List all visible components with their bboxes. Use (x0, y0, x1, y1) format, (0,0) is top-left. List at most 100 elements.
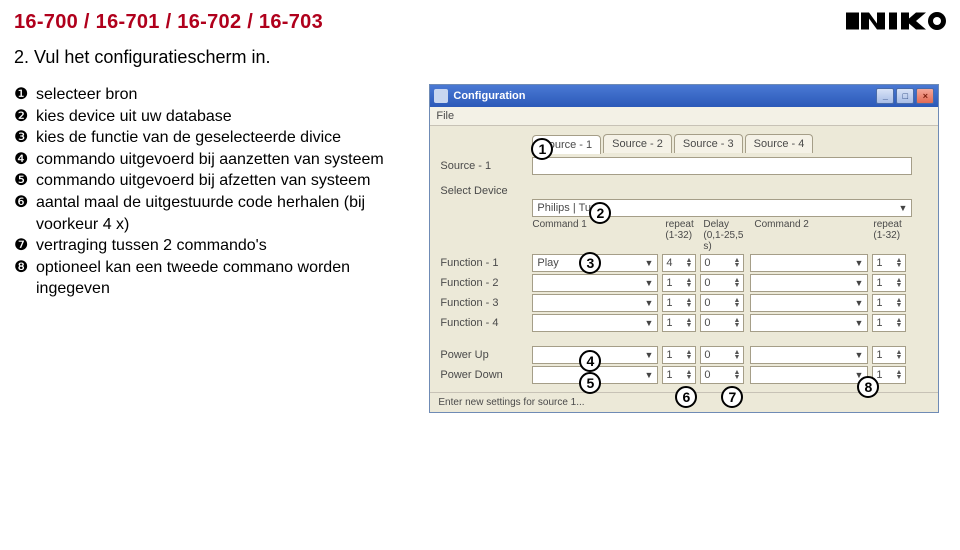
bullet-text: aantal maal de uitgestuurde code herhale… (36, 192, 411, 235)
bullet-text: commando uitgevoerd bij afzetten van sys… (36, 170, 370, 192)
menu-bar: File (430, 107, 938, 126)
titlebar[interactable]: Configuration _ □ × (430, 85, 938, 107)
chevron-down-icon: ▼ (854, 318, 863, 328)
col-repeat: repeat (665, 219, 693, 230)
bullet-num: ❽ (14, 257, 30, 300)
function-4-delay[interactable]: 0▲▼ (700, 314, 744, 332)
function-3-repeat-2[interactable]: 1▲▼ (872, 294, 906, 312)
chevron-down-icon: ▼ (854, 278, 863, 288)
close-button[interactable]: × (916, 88, 934, 104)
col-repeat-range: (1-32) (665, 230, 692, 241)
config-window: Configuration _ □ × File Source - 1 Sour… (429, 84, 939, 413)
chevron-down-icon: ▼ (644, 298, 653, 308)
col-delay-range: (0,1-25,5 s) (703, 230, 743, 252)
function-2-delay[interactable]: 0▲▼ (700, 274, 744, 292)
power-down-command-2[interactable]: ▼ (750, 366, 868, 384)
col-repeat2: repeat (873, 219, 901, 230)
header-bar: 16-700 / 16-701 / 16-702 / 16-703 (0, 0, 960, 43)
function-4-label: Function - 4 (440, 317, 532, 329)
function-4-repeat-2[interactable]: 1▲▼ (872, 314, 906, 332)
col-repeat2-range: (1-32) (873, 230, 900, 241)
bullet-text: kies device uit uw database (36, 106, 232, 128)
bullet-num: ❻ (14, 192, 30, 235)
bullet-num: ❹ (14, 149, 30, 171)
minimize-button[interactable]: _ (876, 88, 894, 104)
source-tab-content (532, 157, 912, 175)
function-row-1: Function - 1 Play▼ 4▲▼ 0▲▼ ▼ 1▲▼ (440, 254, 928, 272)
tab-source-2[interactable]: Source - 2 (603, 134, 672, 153)
menu-file[interactable]: File (436, 110, 454, 122)
page-subtitle: 2. Vul het configuratiescherm in. (0, 43, 960, 78)
chevron-down-icon: ▼ (898, 203, 907, 213)
function-row-4: Function - 4 ▼ 1▲▼ 0▲▼ ▼ 1▲▼ (440, 314, 928, 332)
bullet-num: ❷ (14, 106, 30, 128)
select-device-label: Select Device (440, 185, 532, 197)
function-2-repeat-1[interactable]: 1▲▼ (662, 274, 696, 292)
bullet-text: vertraging tussen 2 commando's (36, 235, 267, 257)
function-3-command-2[interactable]: ▼ (750, 294, 868, 312)
power-up-command-2[interactable]: ▼ (750, 346, 868, 364)
function-row-2: Function - 2 ▼ 1▲▼ 0▲▼ ▼ 1▲▼ (440, 274, 928, 292)
col-command-1: Command 1 (532, 219, 662, 252)
logo (846, 6, 946, 39)
power-down-repeat-1[interactable]: 1▲▼ (662, 366, 696, 384)
source-label: Source - 1 (440, 160, 532, 172)
chevron-down-icon: ▼ (644, 318, 653, 328)
function-1-repeat-2[interactable]: 1▲▼ (872, 254, 906, 272)
function-4-repeat-1[interactable]: 1▲▼ (662, 314, 696, 332)
power-up-label: Power Up (440, 349, 532, 361)
col-command-2: Command 2 (748, 219, 870, 252)
function-row-3: Function - 3 ▼ 1▲▼ 0▲▼ ▼ 1▲▼ (440, 294, 928, 312)
function-1-delay[interactable]: 0▲▼ (700, 254, 744, 272)
chevron-down-icon: ▼ (644, 370, 653, 380)
function-2-repeat-2[interactable]: 1▲▼ (872, 274, 906, 292)
power-down-delay[interactable]: 0▲▼ (700, 366, 744, 384)
bullet-num: ❶ (14, 84, 30, 106)
power-up-repeat-2[interactable]: 1▲▼ (872, 346, 906, 364)
power-down-label: Power Down (440, 369, 532, 381)
function-2-command-2[interactable]: ▼ (750, 274, 868, 292)
tab-source-4[interactable]: Source - 4 (745, 134, 814, 153)
bullet-num: ❼ (14, 235, 30, 257)
window-icon (434, 89, 448, 103)
chevron-down-icon: ▼ (854, 258, 863, 268)
function-3-label: Function - 3 (440, 297, 532, 309)
instructions-list: ❶ selecteer bron ❷ kies device uit uw data… (14, 84, 411, 413)
function-2-command-1[interactable]: ▼ (532, 274, 658, 292)
niko-logo-icon (846, 6, 946, 36)
power-up-repeat-1[interactable]: 1▲▼ (662, 346, 696, 364)
maximize-button[interactable]: □ (896, 88, 914, 104)
bullet-text: commando uitgevoerd bij aanzetten van sy… (36, 149, 384, 171)
chevron-down-icon: ▼ (854, 298, 863, 308)
function-4-command-1[interactable]: ▼ (532, 314, 658, 332)
page-code: 16-700 / 16-701 / 16-702 / 16-703 (14, 11, 323, 34)
chevron-down-icon: ▼ (644, 258, 653, 268)
power-up-row: Power Up ▼ 1▲▼ 0▲▼ ▼ 1▲▼ (440, 346, 928, 364)
col-delay: Delay (703, 219, 729, 230)
function-3-repeat-1[interactable]: 1▲▼ (662, 294, 696, 312)
column-headers: Command 1 repeat(1-32) Delay(0,1-25,5 s)… (440, 219, 928, 252)
bullet-text: kies de functie van de geselecteerde div… (36, 127, 341, 149)
function-2-label: Function - 2 (440, 277, 532, 289)
tab-source-3[interactable]: Source - 3 (674, 134, 743, 153)
function-3-delay[interactable]: 0▲▼ (700, 294, 744, 312)
function-4-command-2[interactable]: ▼ (750, 314, 868, 332)
function-3-command-1[interactable]: ▼ (532, 294, 658, 312)
source-tabs: Source - 1 Source - 2 Source - 3 Source … (532, 134, 928, 153)
window-title: Configuration (453, 90, 525, 102)
screenshot-column: Configuration _ □ × File Source - 1 Sour… (429, 84, 946, 413)
power-down-row: Power Down ▼ 1▲▼ 0▲▼ ▼ 1▲▼ (440, 366, 928, 384)
bullet-text: optioneel kan een tweede commano worden … (36, 257, 411, 300)
function-1-command-2[interactable]: ▼ (750, 254, 868, 272)
content-area: ❶ selecteer bron ❷ kies device uit uw data… (0, 78, 960, 419)
config-panel: Source - 1 Source - 2 Source - 3 Source … (430, 126, 938, 392)
bullet-num: ❺ (14, 170, 30, 192)
function-1-repeat-1[interactable]: 4▲▼ (662, 254, 696, 272)
chevron-down-icon: ▼ (644, 278, 653, 288)
function-1-label: Function - 1 (440, 257, 532, 269)
chevron-down-icon: ▼ (644, 350, 653, 360)
chevron-down-icon: ▼ (854, 350, 863, 360)
bullet-text: selecteer bron (36, 84, 137, 106)
bullet-num: ❸ (14, 127, 30, 149)
power-up-delay[interactable]: 0▲▼ (700, 346, 744, 364)
